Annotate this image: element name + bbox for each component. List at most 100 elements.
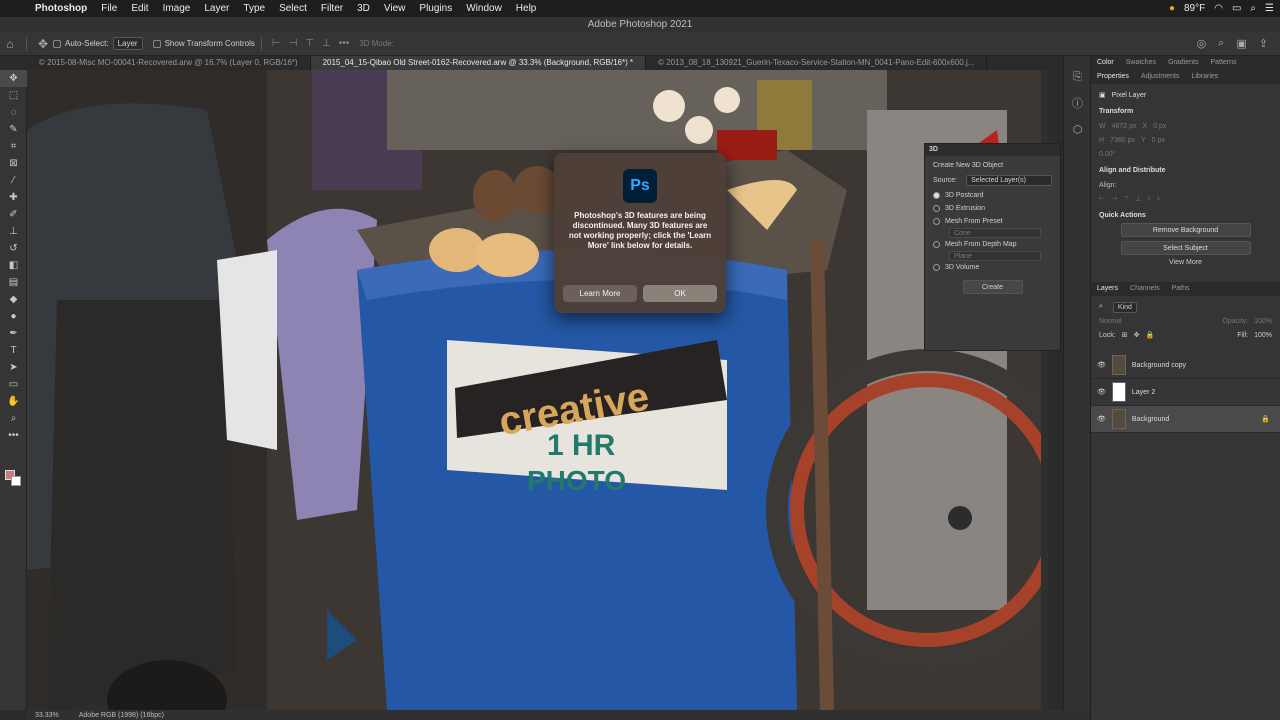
auto-select-checkbox[interactable] <box>53 39 61 48</box>
align-right-icon[interactable]: ⊤ <box>305 38 314 49</box>
align-heading[interactable]: Align and Distribute <box>1099 167 1272 174</box>
lock-position-icon[interactable]: ✥ <box>1134 331 1140 339</box>
radio-icon[interactable] <box>933 192 940 199</box>
blend-mode-dropdown[interactable]: Normal <box>1099 318 1122 325</box>
tab-color[interactable]: Color <box>1091 56 1120 70</box>
quick-select-tool-icon[interactable]: ✎ <box>0 121 27 138</box>
crop-tool-icon[interactable]: ⌗ <box>0 138 27 155</box>
menu-3d[interactable]: 3D <box>350 3 377 14</box>
more-options-icon[interactable]: ••• <box>339 38 350 49</box>
menu-edit[interactable]: Edit <box>124 3 155 14</box>
clone-stamp-icon[interactable]: ⊥ <box>0 223 27 240</box>
tab-libraries[interactable]: Libraries <box>1185 70 1224 84</box>
tab-adjustments[interactable]: Adjustments <box>1135 70 1186 84</box>
option-depth-map[interactable]: Mesh From Depth Map <box>925 238 1060 251</box>
tab-patterns[interactable]: Patterns <box>1204 56 1242 70</box>
radio-icon[interactable] <box>933 264 940 271</box>
option-mesh-preset[interactable]: Mesh From Preset <box>925 215 1060 228</box>
align-top-icon[interactable]: ⊥ <box>322 38 331 49</box>
layer-row[interactable]: 👁 Background copy <box>1091 352 1280 379</box>
3d-panel-icon[interactable]: ⬡ <box>1064 116 1091 142</box>
blur-tool-icon[interactable]: ◆ <box>0 291 27 308</box>
preset-dropdown[interactable]: Cone <box>949 228 1041 238</box>
ok-button[interactable]: OK <box>643 285 717 302</box>
quick-actions-heading[interactable]: Quick Actions <box>1099 212 1272 219</box>
option-3d-extrusion[interactable]: 3D Extrusion <box>925 202 1060 215</box>
document-tab-active[interactable]: 2015_04_15-Qibao Old Street-0162-Recover… <box>310 56 647 70</box>
transform-heading[interactable]: Transform <box>1099 108 1272 115</box>
info-panel-icon[interactable]: ⓘ <box>1064 90 1091 116</box>
share-icon[interactable]: ◎ <box>1197 37 1207 50</box>
marquee-tool-icon[interactable]: ⬚ <box>0 87 27 104</box>
zoom-tool-icon[interactable]: ⌕ <box>0 410 27 427</box>
eye-icon[interactable]: 👁 <box>1097 415 1106 423</box>
menu-file[interactable]: File <box>94 3 124 14</box>
layer-row-selected[interactable]: 👁 Background 🔒 <box>1091 406 1280 433</box>
select-subject-button[interactable]: Select Subject <box>1120 241 1251 255</box>
kind-dropdown[interactable]: Kind <box>1112 301 1137 313</box>
menu-plugins[interactable]: Plugins <box>412 3 459 14</box>
menu-type[interactable]: Type <box>236 3 272 14</box>
lock-pixels-icon[interactable]: ⊞ <box>1122 331 1128 339</box>
frame-tool-icon[interactable]: ⊠ <box>0 155 27 172</box>
menu-select[interactable]: Select <box>272 3 314 14</box>
eye-icon[interactable]: 👁 <box>1097 361 1106 369</box>
pen-tool-icon[interactable]: ✒ <box>0 325 27 342</box>
remove-background-button[interactable]: Remove Background <box>1120 223 1251 237</box>
tab-gradients[interactable]: Gradients <box>1162 56 1204 70</box>
depth-dropdown[interactable]: Plane <box>949 251 1041 261</box>
move-tool-icon[interactable]: ✥ <box>0 70 27 87</box>
dodge-tool-icon[interactable]: ● <box>0 308 27 325</box>
panel-3d-title[interactable]: 3D <box>925 144 1060 156</box>
create-button[interactable]: Create <box>962 280 1023 294</box>
align-bottom-icon[interactable]: ⊧ <box>1157 195 1161 203</box>
h-value[interactable]: 7360 px <box>1110 137 1135 144</box>
menu-image[interactable]: Image <box>156 3 198 14</box>
type-tool-icon[interactable]: T <box>0 342 27 359</box>
search-icon[interactable]: ⌕ <box>1250 3 1256 14</box>
document-canvas[interactable]: creative 1 HR PHOTO <box>27 70 1049 710</box>
option-3d-postcard[interactable]: 3D Postcard <box>925 189 1060 202</box>
y-value[interactable]: 0 px <box>1152 137 1165 144</box>
rectangle-tool-icon[interactable]: ▭ <box>0 376 27 393</box>
hand-tool-icon[interactable]: ✋ <box>0 393 27 410</box>
auto-select-dropdown[interactable]: Layer <box>112 37 143 50</box>
align-center-icon[interactable]: ⊣ <box>289 38 298 49</box>
document-tab[interactable]: © 2015-08-Misc MO-00041-Recovered.arw @ … <box>27 56 311 70</box>
eraser-tool-icon[interactable]: ◧ <box>0 257 27 274</box>
view-more-link[interactable]: View More <box>1099 259 1272 266</box>
angle-value[interactable]: 0.00° <box>1099 151 1115 158</box>
eyedropper-tool-icon[interactable]: ⁄ <box>0 172 27 189</box>
wifi-icon[interactable]: ◠ <box>1214 3 1223 14</box>
lock-all-icon[interactable]: 🔒 <box>1145 331 1154 339</box>
tab-properties[interactable]: Properties <box>1091 70 1135 84</box>
source-dropdown[interactable]: Selected Layer(s) <box>966 175 1052 186</box>
path-select-icon[interactable]: ➤ <box>0 359 27 376</box>
menu-help[interactable]: Help <box>509 3 544 14</box>
x-value[interactable]: 0 px <box>1153 123 1166 130</box>
healing-brush-icon[interactable]: ✚ <box>0 189 27 206</box>
brush-tool-icon[interactable]: ✐ <box>0 206 27 223</box>
control-center-icon[interactable]: ☰ <box>1265 3 1274 14</box>
tab-layers[interactable]: Layers <box>1091 282 1124 296</box>
home-icon[interactable]: ⌂ <box>0 37 20 51</box>
align-left-icon[interactable]: ⊢ <box>272 38 281 49</box>
learn-more-button[interactable]: Learn More <box>563 285 637 302</box>
fill-value[interactable]: 100% <box>1254 332 1272 339</box>
align-vcenter-icon[interactable]: ⊦ <box>1147 195 1151 203</box>
share-upload-icon[interactable]: ⇪ <box>1259 37 1268 50</box>
radio-icon[interactable] <box>933 218 940 225</box>
tab-channels[interactable]: Channels <box>1124 282 1166 296</box>
search-icon[interactable]: ⌕ <box>1218 37 1224 50</box>
weather-icon[interactable]: ● <box>1169 3 1175 14</box>
color-profile[interactable]: Adobe RGB (1998) (16bpc) <box>79 712 164 719</box>
more-tools-icon[interactable]: ••• <box>0 427 27 444</box>
history-brush-icon[interactable]: ↺ <box>0 240 27 257</box>
align-top-icon[interactable]: ⊥ <box>1135 195 1141 203</box>
opacity-value[interactable]: 100% <box>1254 318 1272 325</box>
option-3d-volume[interactable]: 3D Volume <box>925 261 1060 274</box>
eye-icon[interactable]: 👁 <box>1097 388 1106 396</box>
menu-filter[interactable]: Filter <box>314 3 350 14</box>
radio-icon[interactable] <box>933 241 940 248</box>
align-right-icon[interactable]: ⊤ <box>1123 195 1129 203</box>
